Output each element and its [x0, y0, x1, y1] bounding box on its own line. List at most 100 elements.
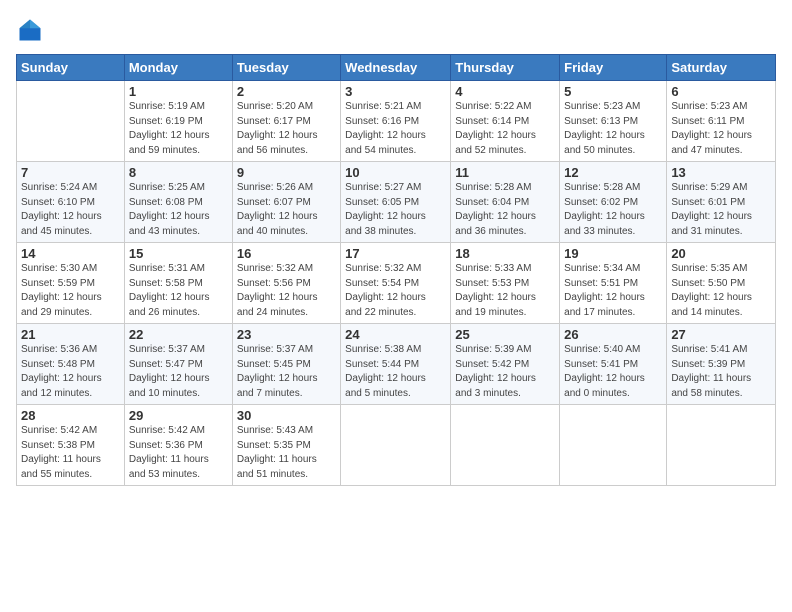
day-cell: 9Sunrise: 5:26 AM Sunset: 6:07 PM Daylig…: [232, 162, 340, 243]
day-number: 2: [237, 84, 336, 99]
week-row-4: 21Sunrise: 5:36 AM Sunset: 5:48 PM Dayli…: [17, 324, 776, 405]
page: SundayMondayTuesdayWednesdayThursdayFrid…: [0, 0, 792, 612]
day-cell: [341, 405, 451, 486]
day-cell: 19Sunrise: 5:34 AM Sunset: 5:51 PM Dayli…: [560, 243, 667, 324]
day-number: 19: [564, 246, 662, 261]
day-number: 23: [237, 327, 336, 342]
day-cell: 6Sunrise: 5:23 AM Sunset: 6:11 PM Daylig…: [667, 81, 776, 162]
day-info: Sunrise: 5:32 AM Sunset: 5:54 PM Dayligh…: [345, 262, 446, 320]
day-cell: 14Sunrise: 5:30 AM Sunset: 5:59 PM Dayli…: [17, 243, 125, 324]
day-number: 11: [455, 165, 555, 180]
day-cell: 26Sunrise: 5:40 AM Sunset: 5:41 PM Dayli…: [560, 324, 667, 405]
day-number: 3: [345, 84, 446, 99]
day-number: 27: [671, 327, 771, 342]
day-cell: 28Sunrise: 5:42 AM Sunset: 5:38 PM Dayli…: [17, 405, 125, 486]
day-number: 7: [21, 165, 120, 180]
day-cell: 11Sunrise: 5:28 AM Sunset: 6:04 PM Dayli…: [451, 162, 560, 243]
day-cell: 20Sunrise: 5:35 AM Sunset: 5:50 PM Dayli…: [667, 243, 776, 324]
day-cell: 27Sunrise: 5:41 AM Sunset: 5:39 PM Dayli…: [667, 324, 776, 405]
day-number: 25: [455, 327, 555, 342]
header: [16, 16, 776, 44]
weekday-header-monday: Monday: [124, 55, 232, 81]
day-cell: [451, 405, 560, 486]
day-number: 22: [129, 327, 228, 342]
week-row-1: 1Sunrise: 5:19 AM Sunset: 6:19 PM Daylig…: [17, 81, 776, 162]
day-cell: 8Sunrise: 5:25 AM Sunset: 6:08 PM Daylig…: [124, 162, 232, 243]
weekday-header-sunday: Sunday: [17, 55, 125, 81]
day-info: Sunrise: 5:36 AM Sunset: 5:48 PM Dayligh…: [21, 343, 120, 401]
day-cell: 7Sunrise: 5:24 AM Sunset: 6:10 PM Daylig…: [17, 162, 125, 243]
day-info: Sunrise: 5:37 AM Sunset: 5:47 PM Dayligh…: [129, 343, 228, 401]
day-number: 20: [671, 246, 771, 261]
day-info: Sunrise: 5:25 AM Sunset: 6:08 PM Dayligh…: [129, 181, 228, 239]
day-number: 28: [21, 408, 120, 423]
day-cell: 25Sunrise: 5:39 AM Sunset: 5:42 PM Dayli…: [451, 324, 560, 405]
day-info: Sunrise: 5:28 AM Sunset: 6:04 PM Dayligh…: [455, 181, 555, 239]
day-number: 4: [455, 84, 555, 99]
weekday-header-tuesday: Tuesday: [232, 55, 340, 81]
day-number: 6: [671, 84, 771, 99]
day-info: Sunrise: 5:22 AM Sunset: 6:14 PM Dayligh…: [455, 100, 555, 158]
weekday-header-saturday: Saturday: [667, 55, 776, 81]
day-number: 9: [237, 165, 336, 180]
day-cell: 24Sunrise: 5:38 AM Sunset: 5:44 PM Dayli…: [341, 324, 451, 405]
day-info: Sunrise: 5:26 AM Sunset: 6:07 PM Dayligh…: [237, 181, 336, 239]
day-info: Sunrise: 5:39 AM Sunset: 5:42 PM Dayligh…: [455, 343, 555, 401]
day-info: Sunrise: 5:42 AM Sunset: 5:36 PM Dayligh…: [129, 424, 228, 482]
week-row-5: 28Sunrise: 5:42 AM Sunset: 5:38 PM Dayli…: [17, 405, 776, 486]
day-cell: 1Sunrise: 5:19 AM Sunset: 6:19 PM Daylig…: [124, 81, 232, 162]
day-cell: 23Sunrise: 5:37 AM Sunset: 5:45 PM Dayli…: [232, 324, 340, 405]
calendar: SundayMondayTuesdayWednesdayThursdayFrid…: [16, 54, 776, 486]
day-info: Sunrise: 5:41 AM Sunset: 5:39 PM Dayligh…: [671, 343, 771, 401]
day-cell: 5Sunrise: 5:23 AM Sunset: 6:13 PM Daylig…: [560, 81, 667, 162]
day-number: 10: [345, 165, 446, 180]
day-info: Sunrise: 5:28 AM Sunset: 6:02 PM Dayligh…: [564, 181, 662, 239]
day-number: 16: [237, 246, 336, 261]
day-cell: 21Sunrise: 5:36 AM Sunset: 5:48 PM Dayli…: [17, 324, 125, 405]
day-info: Sunrise: 5:31 AM Sunset: 5:58 PM Dayligh…: [129, 262, 228, 320]
day-info: Sunrise: 5:23 AM Sunset: 6:11 PM Dayligh…: [671, 100, 771, 158]
day-number: 18: [455, 246, 555, 261]
day-info: Sunrise: 5:19 AM Sunset: 6:19 PM Dayligh…: [129, 100, 228, 158]
day-number: 14: [21, 246, 120, 261]
week-row-3: 14Sunrise: 5:30 AM Sunset: 5:59 PM Dayli…: [17, 243, 776, 324]
day-number: 1: [129, 84, 228, 99]
day-info: Sunrise: 5:29 AM Sunset: 6:01 PM Dayligh…: [671, 181, 771, 239]
day-number: 30: [237, 408, 336, 423]
day-number: 24: [345, 327, 446, 342]
day-cell: 10Sunrise: 5:27 AM Sunset: 6:05 PM Dayli…: [341, 162, 451, 243]
day-cell: 16Sunrise: 5:32 AM Sunset: 5:56 PM Dayli…: [232, 243, 340, 324]
day-cell: [17, 81, 125, 162]
day-info: Sunrise: 5:42 AM Sunset: 5:38 PM Dayligh…: [21, 424, 120, 482]
weekday-header-friday: Friday: [560, 55, 667, 81]
day-cell: 29Sunrise: 5:42 AM Sunset: 5:36 PM Dayli…: [124, 405, 232, 486]
day-info: Sunrise: 5:35 AM Sunset: 5:50 PM Dayligh…: [671, 262, 771, 320]
day-number: 12: [564, 165, 662, 180]
day-info: Sunrise: 5:38 AM Sunset: 5:44 PM Dayligh…: [345, 343, 446, 401]
day-info: Sunrise: 5:27 AM Sunset: 6:05 PM Dayligh…: [345, 181, 446, 239]
day-number: 15: [129, 246, 228, 261]
day-number: 21: [21, 327, 120, 342]
weekday-header-row: SundayMondayTuesdayWednesdayThursdayFrid…: [17, 55, 776, 81]
day-info: Sunrise: 5:20 AM Sunset: 6:17 PM Dayligh…: [237, 100, 336, 158]
week-row-2: 7Sunrise: 5:24 AM Sunset: 6:10 PM Daylig…: [17, 162, 776, 243]
day-cell: 13Sunrise: 5:29 AM Sunset: 6:01 PM Dayli…: [667, 162, 776, 243]
weekday-header-thursday: Thursday: [451, 55, 560, 81]
day-cell: 15Sunrise: 5:31 AM Sunset: 5:58 PM Dayli…: [124, 243, 232, 324]
day-cell: [667, 405, 776, 486]
day-cell: 3Sunrise: 5:21 AM Sunset: 6:16 PM Daylig…: [341, 81, 451, 162]
day-cell: [560, 405, 667, 486]
day-number: 8: [129, 165, 228, 180]
day-number: 17: [345, 246, 446, 261]
logo-icon: [16, 16, 44, 44]
day-cell: 12Sunrise: 5:28 AM Sunset: 6:02 PM Dayli…: [560, 162, 667, 243]
day-number: 29: [129, 408, 228, 423]
day-info: Sunrise: 5:32 AM Sunset: 5:56 PM Dayligh…: [237, 262, 336, 320]
day-cell: 2Sunrise: 5:20 AM Sunset: 6:17 PM Daylig…: [232, 81, 340, 162]
day-info: Sunrise: 5:34 AM Sunset: 5:51 PM Dayligh…: [564, 262, 662, 320]
day-info: Sunrise: 5:23 AM Sunset: 6:13 PM Dayligh…: [564, 100, 662, 158]
day-number: 13: [671, 165, 771, 180]
day-info: Sunrise: 5:33 AM Sunset: 5:53 PM Dayligh…: [455, 262, 555, 320]
day-info: Sunrise: 5:21 AM Sunset: 6:16 PM Dayligh…: [345, 100, 446, 158]
day-info: Sunrise: 5:37 AM Sunset: 5:45 PM Dayligh…: [237, 343, 336, 401]
